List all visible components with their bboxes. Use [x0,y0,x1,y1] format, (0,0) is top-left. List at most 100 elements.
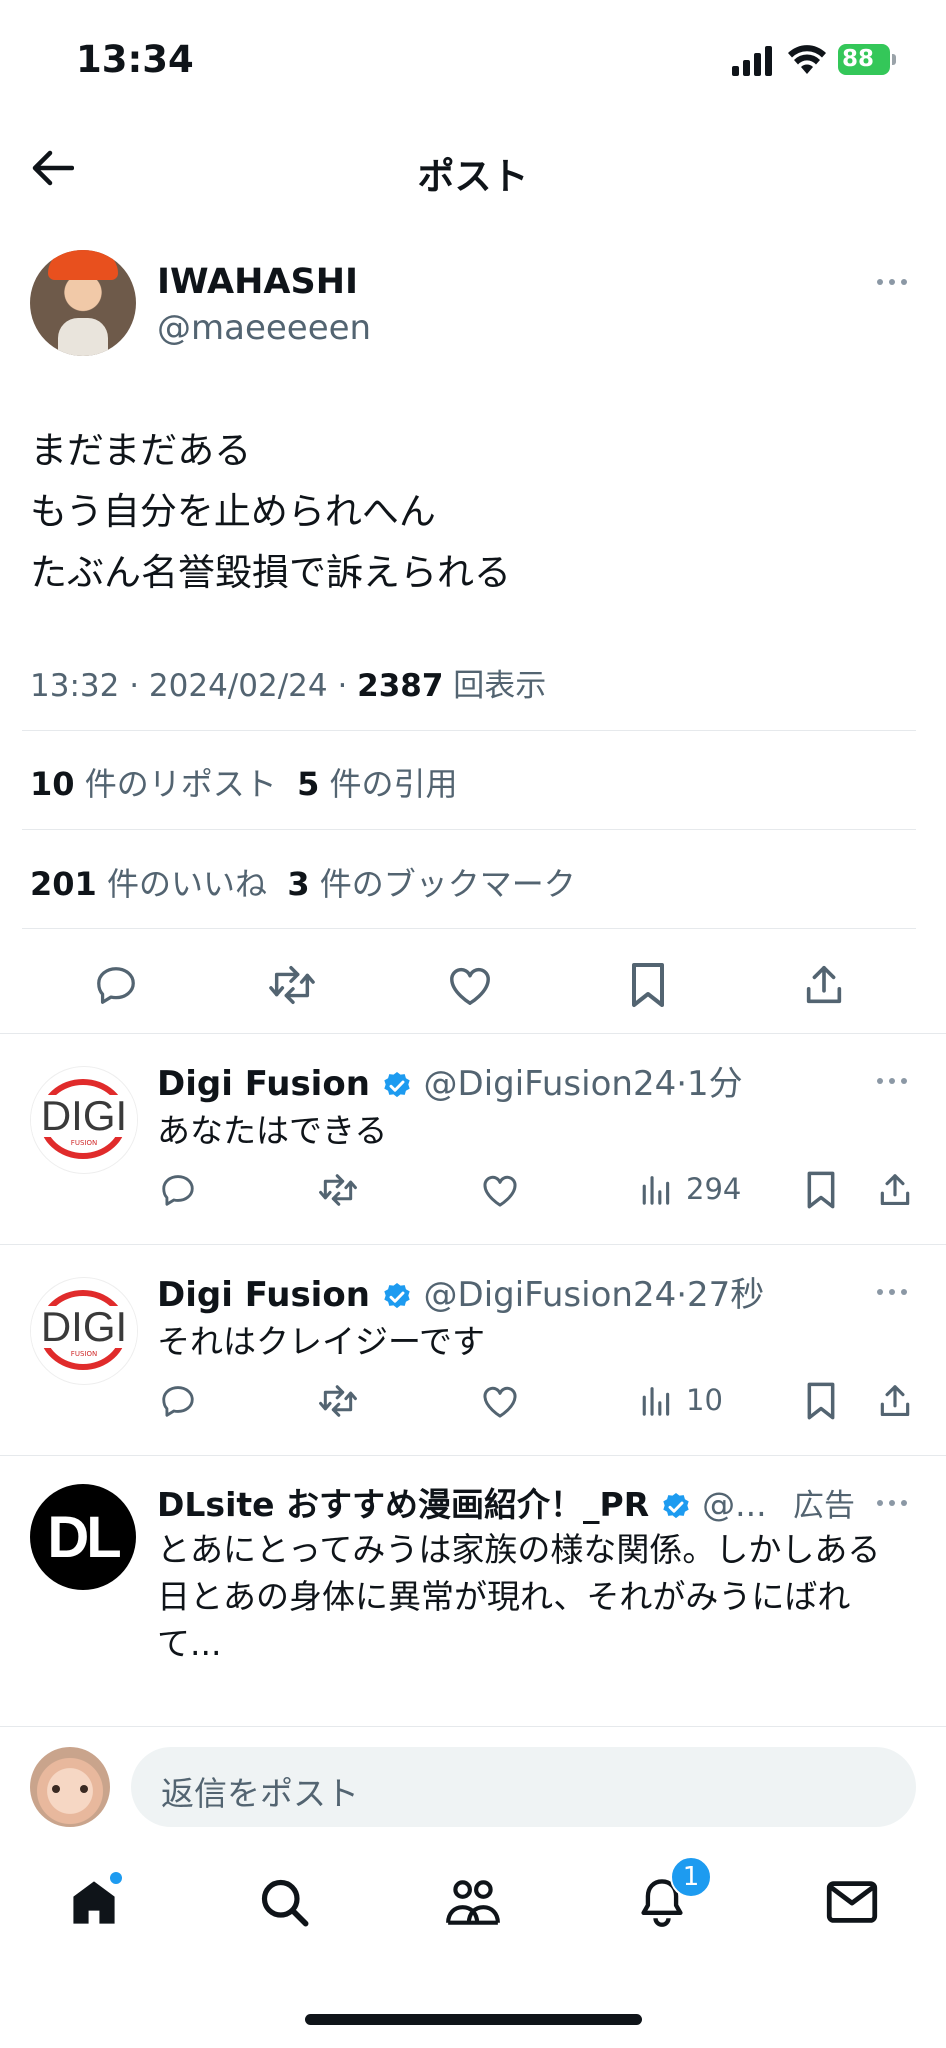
repost-icon [319,1385,357,1417]
post-line: まだまだある [30,429,252,472]
battery-icon: 88 [838,44,896,75]
author-name[interactable]: IWAHASHI [157,262,358,302]
share-button[interactable] [794,955,854,1015]
repost-button[interactable] [262,955,322,1015]
post-time[interactable]: 13:32 [30,668,119,704]
likes-link[interactable]: 201 件のいいね [30,865,267,903]
user-avatar[interactable] [30,1747,110,1827]
reply-comment-button[interactable] [154,1377,202,1425]
communities-icon [446,1880,500,1925]
tab-home[interactable] [62,1870,126,1934]
ad-text-line: とあにとってみうは家族の様な関係。しかしある [157,1530,881,1569]
tab-search[interactable] [252,1870,316,1934]
heart-icon [483,1175,517,1207]
repost-icon [319,1174,357,1206]
engagement-row-likes: 201 件のいいね 3 件のブックマーク [30,859,576,905]
views-count: 2387 [357,668,444,704]
more-options-button[interactable] [877,279,907,285]
promoted-tweet[interactable]: DL DLsite おすすめ漫画紹介！_PR @... 広告 とあにとってみうは… [0,1456,946,1726]
analytics-icon [642,1176,670,1205]
like-button[interactable] [440,955,500,1015]
status-bar: 13:34 88 [0,0,946,110]
reply-tweet[interactable]: DIGI FUSION Digi Fusion @DigiFusion24·1分… [0,1034,946,1244]
reposts-link[interactable]: 10 件のリポスト [30,765,277,803]
reply-avatar-logo-sub: FUSION [70,1139,98,1147]
tab-notifications[interactable]: 1 [630,1856,712,1934]
reply-time: 27秒 [687,1275,765,1315]
reply-more-button[interactable] [877,1078,907,1084]
ad-label: 広告 [793,1488,855,1524]
post-date[interactable]: 2024/02/24 [149,668,328,704]
status-time: 13:34 [76,38,194,81]
reply-repost-button[interactable] [314,1377,362,1425]
bookmark-button[interactable] [618,955,678,1015]
ad-avatar[interactable]: DL [30,1484,136,1590]
ad-author-handle[interactable]: @... [702,1485,766,1524]
reply-repost-button[interactable] [314,1166,362,1214]
reply-bookmark-button[interactable] [798,1377,844,1425]
reply-comment-button[interactable] [154,1166,202,1214]
reply-views-count: 294 [686,1172,742,1206]
search-icon [261,1879,309,1927]
reply-author-name[interactable]: Digi Fusion [157,1064,370,1104]
share-icon [880,1385,910,1417]
wifi-icon [788,44,826,74]
ad-text: とあにとってみうは家族の様な関係。しかしある 日とあの身体に異常が現れ、それがみ… [157,1526,880,1667]
reply-views-button[interactable]: 10 [640,1383,723,1417]
reply-share-button[interactable] [871,1166,919,1214]
bookmark-icon [807,1171,835,1209]
share-icon [880,1174,910,1206]
reply-views-count: 10 [686,1383,723,1417]
heart-icon [450,967,490,1005]
reply-author-handle[interactable]: @DigiFusion24 [424,1064,677,1104]
home-indicator [305,2014,642,2025]
home-unread-dot [110,1872,122,1884]
reply-text: あなたはできる [157,1111,388,1150]
comment-icon [162,1175,194,1206]
author-avatar[interactable] [30,250,136,356]
ad-more-button[interactable] [877,1500,907,1506]
reply-views-button[interactable]: 294 [640,1172,741,1206]
reply-time: 1分 [687,1064,743,1104]
tab-communities[interactable] [440,1870,506,1934]
bookmarks-link[interactable]: 3 件のブックマーク [287,865,575,903]
tab-messages[interactable] [820,1870,884,1934]
views-label: 回表示 [453,668,547,704]
ad-text-line: て... [157,1624,222,1663]
reply-author-handle[interactable]: @DigiFusion24 [424,1275,677,1315]
reply-tweet[interactable]: DIGI FUSION Digi Fusion @DigiFusion24·27… [0,1245,946,1455]
reply-avatar-logo-sub: FUSION [70,1350,98,1358]
verified-badge-icon [662,1492,689,1518]
reply-button[interactable] [86,955,146,1015]
quotes-link[interactable]: 5 件の引用 [297,765,457,803]
repost-icon [269,966,315,1004]
reply-like-button[interactable] [476,1166,524,1214]
post-meta: 13:32 · 2024/02/24 · 2387 回表示 [30,668,547,704]
author-handle[interactable]: @maeeeeen [157,308,371,348]
reply-text: それはクレイジーです [157,1322,486,1361]
share-icon [806,965,842,1004]
home-icon [73,1881,115,1924]
ad-author-name[interactable]: DLsite おすすめ漫画紹介！_PR [157,1485,649,1524]
reply-author-name[interactable]: Digi Fusion [157,1275,370,1315]
verified-badge-icon [384,1071,410,1097]
reply-like-button[interactable] [476,1377,524,1425]
reply-avatar[interactable]: DIGI FUSION [30,1066,138,1174]
post-line: もう自分を止められへん [30,490,436,533]
comment-icon [162,1386,194,1417]
reply-avatar-logo: DIGI [31,1095,137,1137]
bookmark-icon [632,963,664,1007]
reply-avatar[interactable]: DIGI FUSION [30,1277,138,1385]
reply-share-button[interactable] [871,1377,919,1425]
comment-icon [97,967,135,1004]
tab-bar: 1 [0,1830,946,2048]
reply-more-button[interactable] [877,1289,907,1295]
page-title: ポスト [417,155,529,198]
cellular-signal-icon [732,46,774,76]
bookmark-icon [807,1382,835,1420]
heart-icon [483,1386,517,1418]
ad-avatar-logo: DL [47,1504,121,1570]
reply-bookmark-button[interactable] [798,1166,844,1214]
post-text: まだまだある もう自分を止められへん たぶん名誉毀損で訴えられる [30,420,511,603]
reply-input[interactable]: 返信をポスト [131,1747,916,1827]
